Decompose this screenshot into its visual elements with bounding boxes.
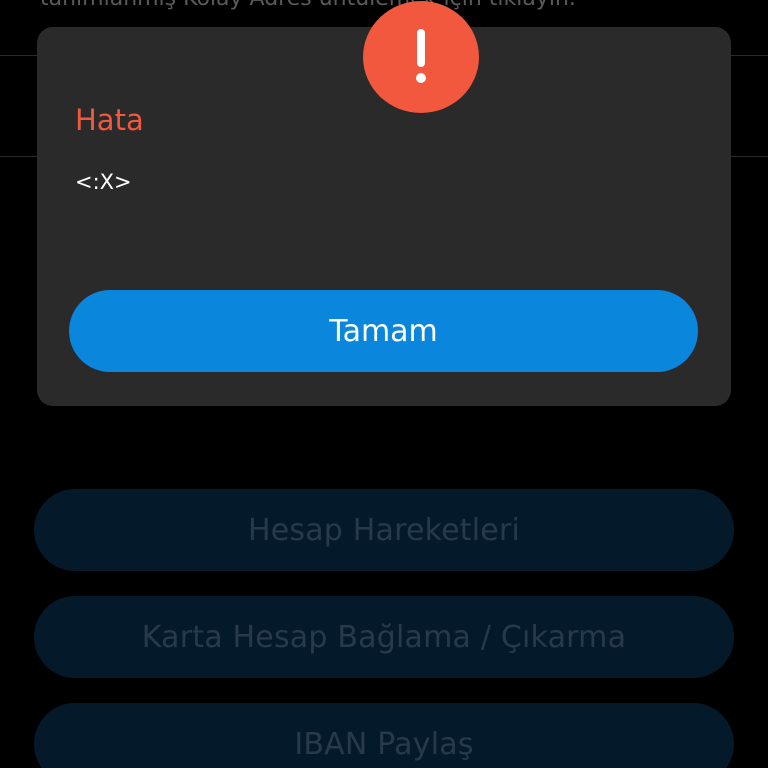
dialog-title: Hata [75,103,144,137]
share-iban-button[interactable]: IBAN Paylaş [34,703,734,768]
dialog-message: <:X> [75,170,132,194]
screen: tanımlanmış Kolay Adres üntülemek için t… [0,0,768,768]
card-account-link-button[interactable]: Karta Hesap Bağlama / Çıkarma [34,596,734,678]
ok-button[interactable]: Tamam [69,290,698,372]
error-dialog: Hata <:X> Tamam [37,1,731,406]
account-transactions-button[interactable]: Hesap Hareketleri [34,489,734,571]
exclamation-icon [363,1,479,113]
